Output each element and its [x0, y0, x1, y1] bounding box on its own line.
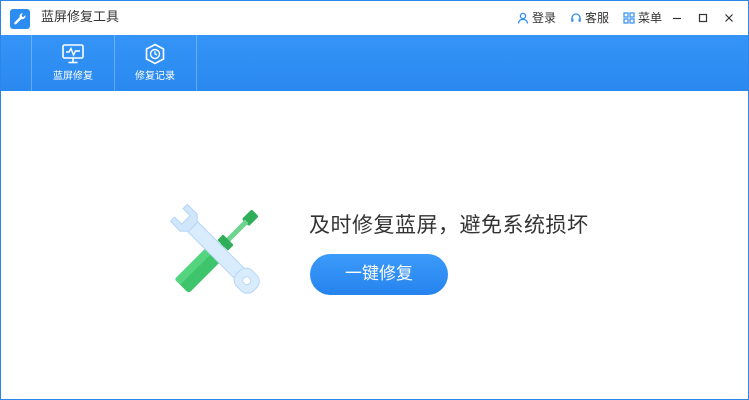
wrench-screwdriver-icon: [169, 203, 260, 294]
one-click-repair-button[interactable]: 一键修复: [310, 254, 448, 295]
user-icon: [517, 12, 529, 24]
tab-bluescreen-repair-label: 蓝屏修复: [53, 71, 93, 82]
menu-link[interactable]: 菜单: [623, 9, 662, 27]
app-window: 蓝屏修复工具 登录 客服 菜单 蓝屏修复 修复记录 及时修复蓝屏，避免系统损坏 …: [0, 0, 749, 400]
tab-repair-history-label: 修复记录: [135, 71, 175, 82]
clock-shield-icon: [145, 43, 165, 65]
login-label: 登录: [531, 11, 556, 25]
menu-label: 菜单: [637, 11, 662, 25]
close-icon: [725, 14, 733, 22]
headset-icon: [571, 13, 581, 22]
minimize-button[interactable]: [670, 9, 684, 27]
main-toolbar: 蓝屏修复 修复记录: [1, 35, 748, 91]
grid-menu-icon: [623, 12, 635, 24]
maximize-button[interactable]: [696, 9, 710, 27]
support-label: 客服: [584, 11, 609, 25]
window-controls: [670, 9, 736, 27]
header-links: 登录 客服 菜单: [517, 9, 662, 27]
tab-repair-history[interactable]: 修复记录: [114, 35, 197, 91]
support-link[interactable]: 客服: [570, 9, 609, 27]
close-button[interactable]: [722, 9, 736, 27]
monitor-icon: [62, 44, 84, 64]
wrench-logo-icon: [10, 9, 30, 29]
login-link[interactable]: 登录: [517, 9, 556, 27]
main-content: 及时修复蓝屏，避免系统损坏 一键修复: [1, 91, 748, 399]
headline: 及时修复蓝屏，避免系统损坏: [309, 213, 589, 237]
maximize-icon: [698, 13, 708, 23]
title-bar[interactable]: 蓝屏修复工具 登录 客服 菜单: [1, 1, 748, 35]
tab-bluescreen-repair[interactable]: 蓝屏修复: [31, 35, 115, 91]
minimize-icon: [673, 17, 681, 20]
window-title: 蓝屏修复工具: [41, 10, 120, 25]
